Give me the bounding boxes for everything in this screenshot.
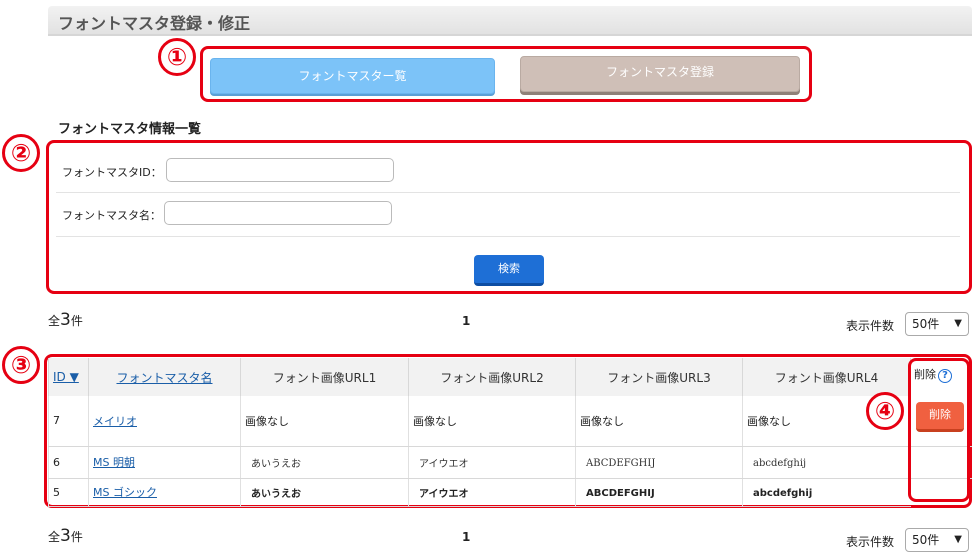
annotation-1: ① (158, 38, 196, 76)
help-icon[interactable]: ? (938, 369, 952, 383)
chevron-down-icon: ▼ (954, 534, 962, 545)
font-sample-image: あいうえお (251, 458, 301, 470)
font-sample-image: abcdefghij (753, 457, 807, 469)
page-title: フォントマスタ登録・修正 (58, 14, 251, 33)
font-sample-image: abcdefghij (753, 487, 813, 499)
page-number[interactable]: 1 (462, 530, 470, 544)
font-master-id-input[interactable] (166, 158, 394, 182)
font-sample-image: アイウエオ (419, 488, 469, 500)
font-sample-image: あいうえお (251, 488, 301, 500)
result-count: 全3件 (48, 310, 83, 330)
page-header: フォントマスタ登録・修正 (48, 6, 972, 36)
delete-button[interactable]: 削除 (916, 402, 964, 432)
per-page-label: 表示件数 (846, 535, 895, 549)
delete-column-header: 削除? (914, 366, 952, 383)
form-divider (56, 192, 960, 193)
column-header-url1: フォント画像URL1 (240, 358, 409, 396)
font-name-link[interactable]: メイリオ (93, 415, 137, 428)
font-name-link[interactable]: MS ゴシック (93, 486, 157, 499)
font-sample-image: ABCDEFGHIJ (586, 487, 655, 499)
result-count: 全3件 (48, 526, 83, 546)
search-button[interactable]: 検索 (474, 255, 544, 286)
tab-font-master-register[interactable]: フォントマスタ登録 (520, 56, 800, 92)
section-title: フォントマスタ情報一覧 (58, 122, 202, 137)
column-header-url2: フォント画像URL2 (408, 358, 576, 396)
form-divider (56, 236, 960, 237)
table-row: 7 メイリオ 画像なし 画像なし 画像なし 画像なし (48, 396, 911, 447)
annotation-3: ③ (2, 346, 40, 384)
column-header-url4: フォント画像URL4 (742, 358, 911, 396)
chevron-down-icon: ▼ (954, 318, 962, 329)
font-master-table: ID ▼ フォントマスタ名 フォント画像URL1 フォント画像URL2 フォント… (48, 358, 911, 507)
annotation-4: ④ (866, 392, 904, 430)
font-sample-image: アイウエオ (419, 458, 469, 470)
per-page-select[interactable]: 50件 ▼ (905, 312, 969, 336)
page-number[interactable]: 1 (462, 314, 470, 328)
font-sample-image: ABCDEFGHIJ (586, 457, 656, 469)
font-master-id-label: フォントマスタID： (62, 166, 162, 179)
annotation-2: ② (2, 134, 40, 172)
column-header-url3: フォント画像URL3 (575, 358, 743, 396)
font-name-link[interactable]: MS 明朝 (93, 456, 135, 469)
font-master-name-label: フォントマスタ名： (62, 209, 161, 222)
result-count-number: 3 (60, 310, 71, 330)
column-header-id[interactable]: ID ▼ (48, 358, 89, 396)
table-row: 5 MS ゴシック あいうえお アイウエオ ABCDEFGHIJ abcdefg… (48, 478, 911, 507)
table-row: 6 MS 明朝 あいうえお アイウエオ ABCDEFGHIJ abcdefghi… (48, 446, 911, 479)
font-master-name-input[interactable] (164, 201, 392, 225)
per-page-select[interactable]: 50件 ▼ (905, 528, 969, 552)
tab-font-master-list[interactable]: フォントマスター覧 (210, 58, 495, 94)
column-header-name[interactable]: フォントマスタ名 (88, 358, 241, 396)
per-page-label: 表示件数 (846, 319, 895, 333)
result-count-number: 3 (60, 526, 71, 546)
